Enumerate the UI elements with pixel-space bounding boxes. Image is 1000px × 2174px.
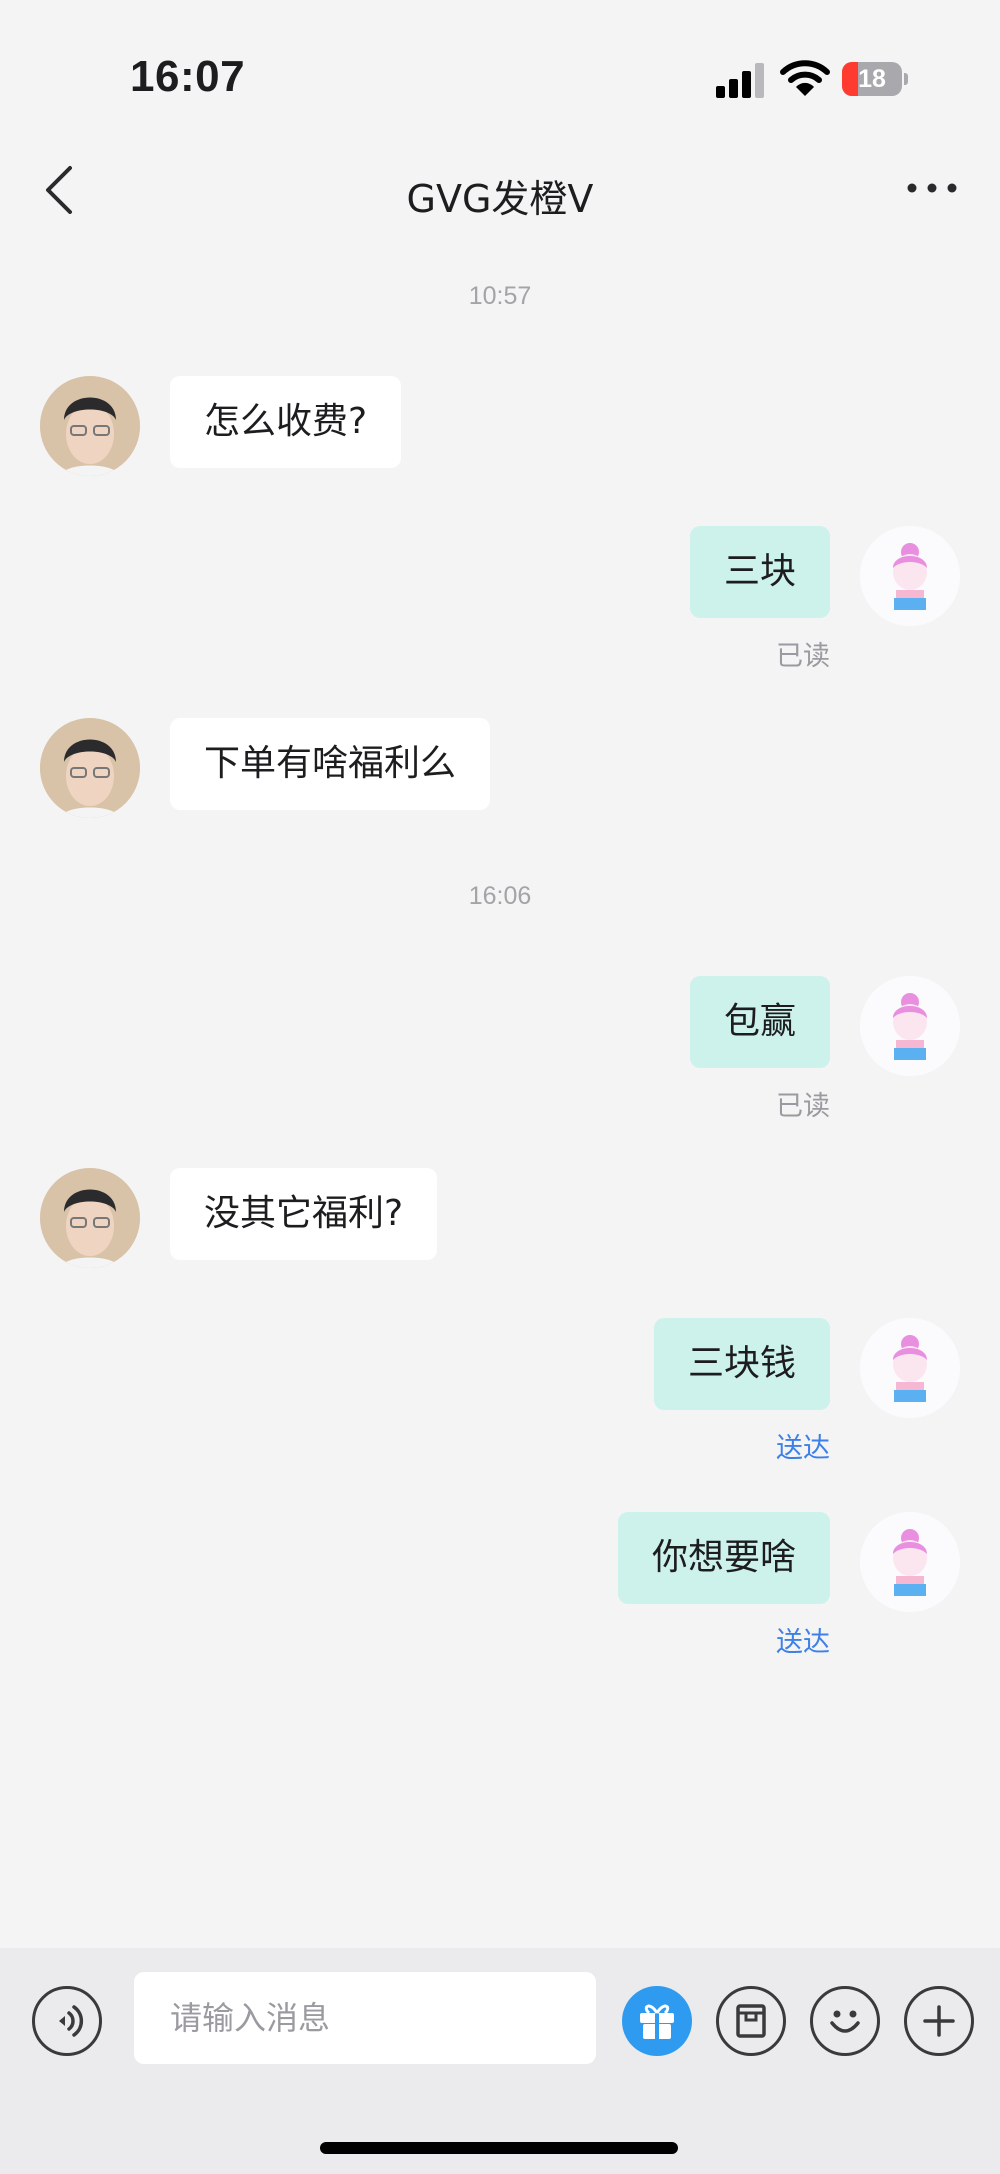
status-time: 16:07: [130, 52, 246, 101]
timestamp-separator: 10:57: [468, 282, 532, 310]
message-bubble-incoming[interactable]: 没其它福利?: [170, 1168, 438, 1260]
more-button[interactable]: [904, 166, 960, 210]
message-bubble-outgoing[interactable]: 三块钱: [653, 1318, 830, 1410]
read-receipt: 已读: [776, 1091, 830, 1122]
my-avatar[interactable]: [860, 1318, 960, 1418]
friend-avatar[interactable]: [40, 1168, 140, 1268]
wifi-icon: [780, 58, 830, 98]
sent-receipt: 送达: [776, 1433, 830, 1464]
message-bubble-incoming[interactable]: 下单有啥福利么: [170, 718, 491, 810]
cellular-signal-icon: [716, 62, 764, 98]
my-avatar[interactable]: [860, 1512, 960, 1612]
emoji-icon: [813, 1989, 877, 2053]
battery-indicator: 18: [842, 62, 908, 96]
message-bubble-outgoing[interactable]: 你想要啥: [617, 1512, 830, 1604]
chat-title: GVG发橙V: [406, 177, 594, 221]
message-bubble-outgoing[interactable]: 包赢: [689, 976, 830, 1068]
friend-avatar[interactable]: [40, 376, 140, 476]
friend-avatar[interactable]: [40, 718, 140, 818]
message-input[interactable]: [134, 1972, 596, 2064]
gift-button[interactable]: [622, 1986, 692, 2056]
voice-icon: [35, 1989, 99, 2053]
order-icon: [719, 1989, 783, 2053]
read-receipt: 已读: [776, 641, 830, 672]
my-avatar[interactable]: [860, 976, 960, 1076]
voice-button[interactable]: [32, 1986, 102, 2056]
emoji-button[interactable]: [810, 1986, 880, 2056]
timestamp-separator: 16:06: [468, 882, 532, 910]
battery-level: 18: [858, 65, 886, 93]
gift-icon: [622, 1986, 692, 2056]
home-indicator: [320, 2142, 678, 2154]
sent-receipt: 送达: [776, 1627, 830, 1658]
status-bar: 16:07 18: [0, 0, 1000, 160]
message-input-bar: [0, 1948, 1000, 2174]
plus-icon: [907, 1989, 971, 2053]
plus-button[interactable]: [904, 1986, 974, 2056]
chat-header: GVG发橙V: [0, 140, 1000, 240]
message-bubble-incoming[interactable]: 怎么收费?: [170, 376, 402, 468]
more-horizontal-icon: [904, 166, 960, 210]
my-avatar[interactable]: [860, 526, 960, 626]
message-bubble-outgoing[interactable]: 三块: [689, 526, 830, 618]
order-button[interactable]: [716, 1986, 786, 2056]
